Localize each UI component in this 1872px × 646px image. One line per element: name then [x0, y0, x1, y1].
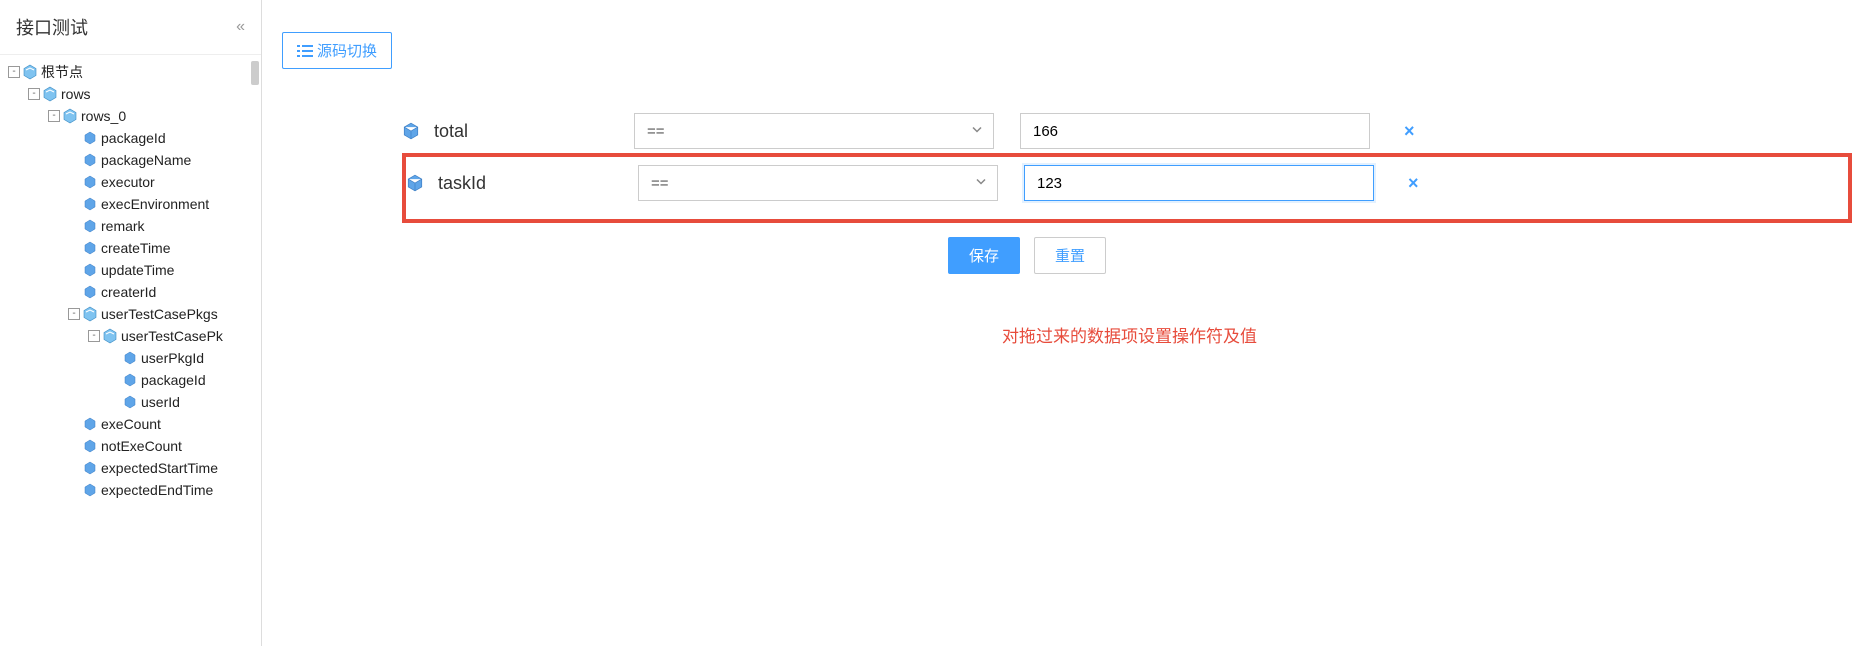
cube-icon — [406, 174, 426, 192]
tree-node[interactable]: userPkgId — [0, 347, 261, 369]
tree-node[interactable]: executor — [0, 171, 261, 193]
tree-node[interactable]: - userTestCasePkgs — [0, 303, 261, 325]
leaf-icon — [82, 262, 98, 278]
tree-node-label: notExeCount — [101, 438, 182, 454]
sidebar-title: 接口测试 — [16, 14, 88, 40]
tree-node-label: executor — [101, 174, 155, 190]
tree-node-label: userTestCasePk — [121, 328, 223, 344]
folder-icon — [82, 306, 98, 322]
tree-node-label: userPkgId — [141, 350, 204, 366]
collapse-icon[interactable]: « — [236, 18, 245, 36]
leaf-icon — [122, 394, 138, 410]
tree-node[interactable]: expectedEndTime — [0, 479, 261, 501]
source-toggle-button[interactable]: 源码切换 — [282, 32, 392, 69]
leaf-icon — [82, 218, 98, 234]
folder-icon — [22, 64, 38, 80]
tree-node-label: createrId — [101, 284, 156, 300]
tree-node-label: userId — [141, 394, 180, 410]
tree-node[interactable]: packageId — [0, 369, 261, 391]
leaf-icon — [82, 460, 98, 476]
tree-node[interactable]: createTime — [0, 237, 261, 259]
operator-input[interactable] — [634, 113, 994, 149]
tree-toggle-icon[interactable]: - — [88, 330, 100, 342]
tree-node[interactable]: - userTestCasePk — [0, 325, 261, 347]
tree-node[interactable]: execEnvironment — [0, 193, 261, 215]
tree-toggle-icon[interactable]: - — [48, 110, 60, 122]
tree-node-label: userTestCasePkgs — [101, 306, 218, 322]
condition-form: total × taskId — [402, 105, 1852, 274]
leaf-icon — [82, 416, 98, 432]
condition-row: total × — [402, 105, 1852, 157]
tree-node[interactable]: - 根节点 — [0, 61, 261, 83]
folder-icon — [42, 86, 58, 102]
leaf-icon — [82, 174, 98, 190]
tree-node-label: remark — [101, 218, 145, 234]
close-icon[interactable]: × — [1408, 173, 1419, 194]
leaf-icon — [122, 350, 138, 366]
value-input[interactable] — [1020, 113, 1370, 149]
tree-node[interactable]: updateTime — [0, 259, 261, 281]
operator-select[interactable] — [638, 165, 998, 201]
tree-node-label: packageName — [101, 152, 191, 168]
value-input[interactable] — [1024, 165, 1374, 201]
leaf-icon — [82, 196, 98, 212]
save-button[interactable]: 保存 — [948, 237, 1020, 274]
sidebar-header: 接口测试 « — [0, 0, 261, 55]
button-row: 保存 重置 — [948, 237, 1852, 274]
tree-node[interactable]: expectedStartTime — [0, 457, 261, 479]
tree-node-label: expectedStartTime — [101, 460, 218, 476]
tree-node-label: rows — [61, 86, 91, 102]
condition-row: taskId × — [406, 157, 1848, 209]
tree-node-label: execEnvironment — [101, 196, 209, 212]
tree-node[interactable]: notExeCount — [0, 435, 261, 457]
tree-node[interactable]: exeCount — [0, 413, 261, 435]
leaf-icon — [82, 438, 98, 454]
highlight-annotation: taskId × — [402, 153, 1852, 223]
scroll-indicator[interactable] — [251, 61, 259, 85]
tree-view: -根节点-rows-rows_0packageIdpackageNameexec… — [0, 55, 261, 646]
tree-node-label: packageId — [141, 372, 206, 388]
operator-input[interactable] — [638, 165, 998, 201]
main-panel: 源码切换 total × taskId — [262, 0, 1872, 646]
tree-node-label: createTime — [101, 240, 171, 256]
field-label: taskId — [438, 173, 638, 194]
operator-select[interactable] — [634, 113, 994, 149]
close-icon[interactable]: × — [1404, 121, 1415, 142]
cube-icon — [402, 122, 422, 140]
field-label: total — [434, 121, 634, 142]
tree-node[interactable]: packageName — [0, 149, 261, 171]
tree-node[interactable]: packageId — [0, 127, 261, 149]
tree-node-label: expectedEndTime — [101, 482, 213, 498]
leaf-icon — [82, 152, 98, 168]
leaf-icon — [82, 130, 98, 146]
tree-node-label: rows_0 — [81, 108, 126, 124]
sidebar: 接口测试 « -根节点-rows-rows_0packageIdpackageN… — [0, 0, 262, 646]
leaf-icon — [82, 240, 98, 256]
tree-node[interactable]: - rows — [0, 83, 261, 105]
tree-node[interactable]: userId — [0, 391, 261, 413]
list-icon — [297, 44, 313, 58]
tree-node[interactable]: - rows_0 — [0, 105, 261, 127]
reset-button[interactable]: 重置 — [1034, 237, 1106, 274]
folder-icon — [102, 328, 118, 344]
tree-node[interactable]: remark — [0, 215, 261, 237]
tree-toggle-icon[interactable]: - — [8, 66, 20, 78]
tree-toggle-icon[interactable]: - — [68, 308, 80, 320]
leaf-icon — [82, 482, 98, 498]
tree-node-label: updateTime — [101, 262, 174, 278]
folder-icon — [62, 108, 78, 124]
leaf-icon — [82, 284, 98, 300]
annotation-text: 对拖过来的数据项设置操作符及值 — [1002, 322, 1852, 347]
tree-node-label: exeCount — [101, 416, 161, 432]
tree-node-label: 根节点 — [41, 62, 83, 82]
leaf-icon — [122, 372, 138, 388]
tree-node[interactable]: createrId — [0, 281, 261, 303]
tree-node-label: packageId — [101, 130, 166, 146]
source-toggle-label: 源码切换 — [317, 40, 377, 61]
tree-toggle-icon[interactable]: - — [28, 88, 40, 100]
